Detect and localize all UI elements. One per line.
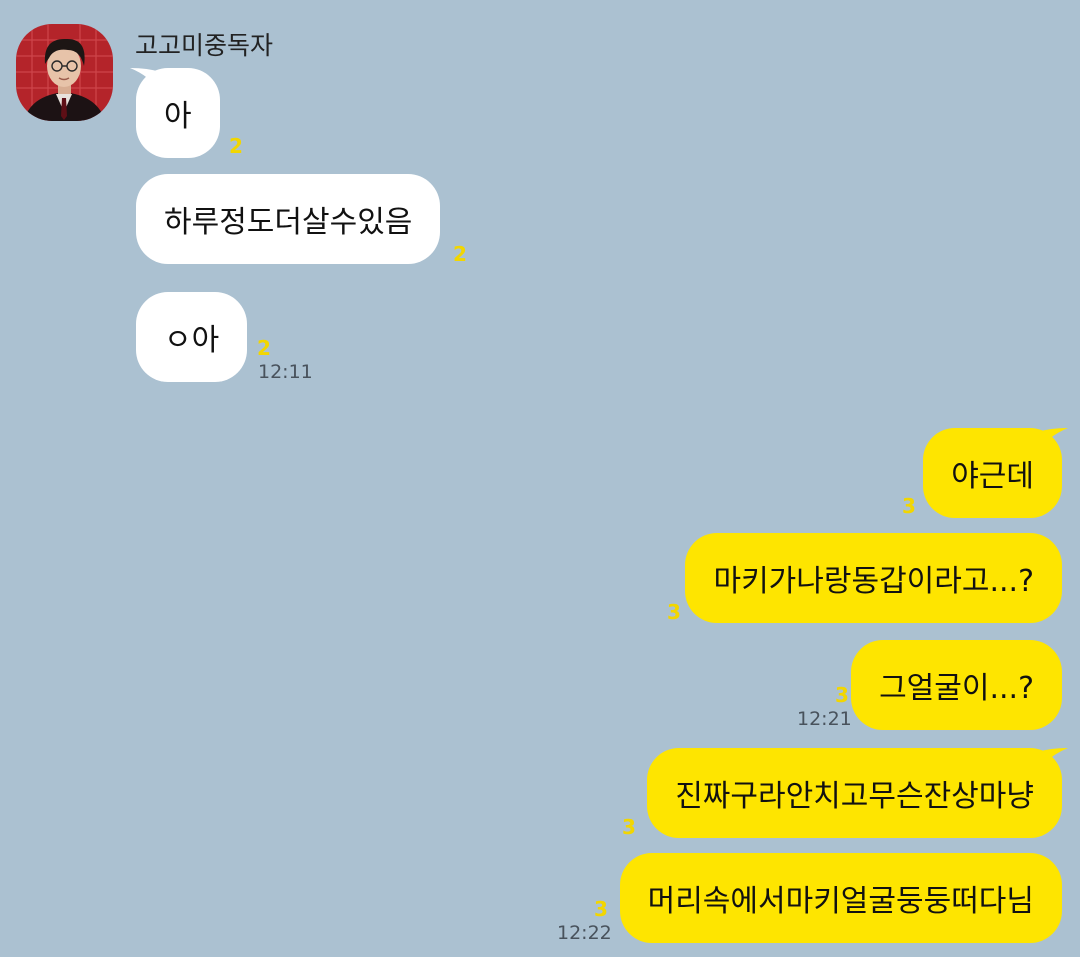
message-text: 마키가나랑동갑이라고...?	[713, 564, 1034, 599]
incoming-message-bubble[interactable]: 아	[136, 68, 220, 158]
outgoing-message-bubble[interactable]: 야근데	[923, 428, 1062, 518]
outgoing-message-bubble[interactable]: 마키가나랑동갑이라고...?	[685, 533, 1062, 623]
message-timestamp: 12:11	[258, 361, 313, 383]
outgoing-message-bubble[interactable]: 진짜구라안치고무슨잔상마냥	[647, 748, 1062, 838]
message-text: 아	[164, 99, 192, 134]
avatar-portrait-icon	[16, 24, 113, 121]
message-text: 머리속에서마키얼굴둥둥떠다님	[647, 884, 1034, 919]
message-text: 그얼굴이...?	[879, 671, 1034, 706]
message-timestamp: 12:22	[557, 922, 612, 944]
message-timestamp: 12:21	[797, 708, 852, 730]
message-text: 야근데	[951, 459, 1034, 494]
message-text: ㅇ아	[164, 323, 220, 358]
unread-count: 2	[229, 134, 243, 158]
outgoing-message-bubble[interactable]: 머리속에서마키얼굴둥둥떠다님	[619, 853, 1062, 943]
unread-count: 3	[594, 897, 608, 921]
unread-count: 3	[667, 600, 681, 624]
unread-count: 3	[902, 494, 916, 518]
sender-name: 고고미중독자	[135, 31, 274, 60]
unread-count: 3	[835, 683, 849, 707]
message-text: 진짜구라안치고무슨잔상마냥	[675, 779, 1034, 814]
incoming-message-bubble[interactable]: ㅇ아	[136, 292, 248, 382]
unread-count: 2	[453, 242, 467, 266]
sender-avatar[interactable]	[16, 24, 113, 121]
outgoing-message-bubble[interactable]: 그얼굴이...?	[851, 640, 1062, 730]
unread-count: 2	[257, 336, 271, 360]
message-text: 하루정도더살수있음	[164, 205, 413, 240]
unread-count: 3	[622, 815, 636, 839]
incoming-message-bubble[interactable]: 하루정도더살수있음	[136, 174, 441, 264]
